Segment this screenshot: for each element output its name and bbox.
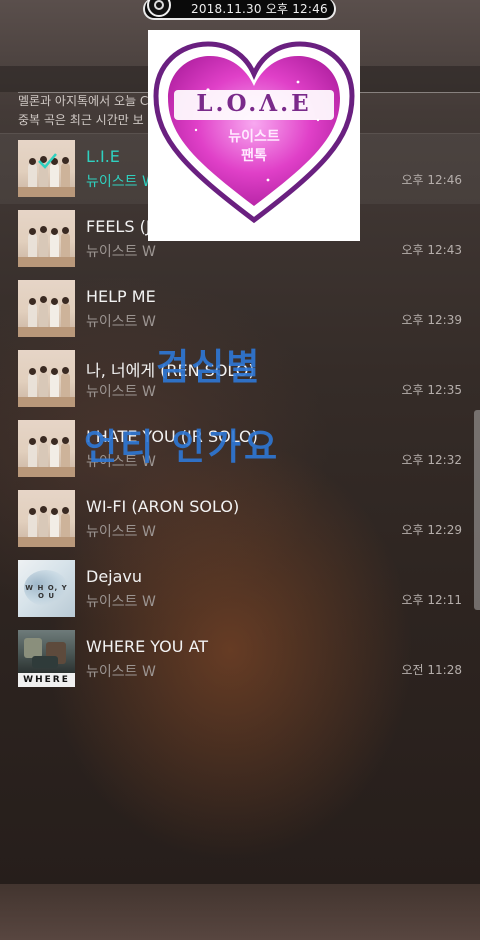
track-row[interactable]: W H O, Y O U Dejavu 뉴이스트 W 오후 12:11 (0, 554, 480, 624)
status-pill: 2018.11.30 오후 12:46 (143, 0, 336, 20)
bottom-bar (0, 884, 480, 940)
track-artist: 뉴이스트 W (86, 664, 156, 680)
track-title: HELP ME (86, 287, 156, 306)
sticker-logo: L.O.Λ.E (196, 90, 312, 117)
sticker-line-2: 팬톡 (241, 148, 267, 164)
album-art: W H O, Y O U (18, 560, 75, 617)
track-title: L.I.E (86, 147, 120, 166)
track-time: 오전 11:28 (401, 663, 462, 677)
track-time: 오후 12:35 (401, 383, 462, 397)
track-artist: 뉴이스트 W (86, 174, 156, 190)
scrollbar[interactable] (474, 410, 480, 610)
track-artist: 뉴이스트 W (86, 314, 156, 330)
track-title: Dejavu (86, 567, 143, 586)
album-art: WHERE (18, 630, 75, 687)
album-tag: WHERE (18, 673, 75, 687)
track-time: 오후 12:32 (401, 453, 462, 467)
album-art (18, 420, 75, 477)
track-title: FEELS (J (86, 217, 151, 236)
track-title: WI-FI (ARON SOLO) (86, 497, 240, 516)
track-artist: 뉴이스트 W (86, 244, 156, 260)
love-sticker: L.O.Λ.E 뉴이스트 팬톡 (148, 30, 360, 241)
track-time: 오후 12:29 (401, 523, 462, 537)
track-time: 오후 12:46 (401, 173, 462, 187)
checkmark-icon (38, 153, 57, 169)
handwritten-line-1: 검심별 (156, 347, 262, 388)
music-app-icon (147, 0, 171, 17)
album-art (18, 490, 75, 547)
album-art (18, 210, 75, 267)
track-time: 오후 12:39 (401, 313, 462, 327)
track-time: 오후 12:43 (401, 243, 462, 257)
track-artist: 뉴이스트 W (86, 384, 156, 400)
track-artist: 뉴이스트 W (86, 594, 156, 610)
track-row[interactable]: WHERE WHERE YOU AT 뉴이스트 W 오전 11:28 (0, 624, 480, 694)
track-row[interactable]: HELP ME 뉴이스트 W 오후 12:39 (0, 274, 480, 344)
track-title: WHERE YOU AT (86, 637, 209, 656)
album-art (18, 350, 75, 407)
track-time: 오후 12:11 (401, 593, 462, 607)
track-row[interactable]: WI-FI (ARON SOLO) 뉴이스트 W 오후 12:29 (0, 484, 480, 554)
album-art (18, 280, 75, 337)
track-artist: 뉴이스트 W (86, 524, 156, 540)
sticker-line-1: 뉴이스트 (228, 129, 280, 145)
album-tag: W H O, Y O U (25, 584, 68, 600)
status-datetime: 2018.11.30 오후 12:46 (191, 1, 328, 16)
handwritten-line-2: 언티 인가요 (84, 427, 281, 468)
